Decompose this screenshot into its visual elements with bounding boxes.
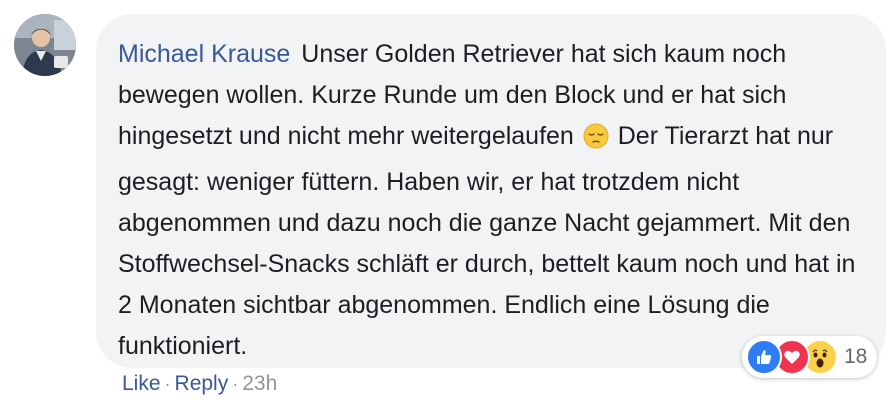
comment-bubble: Michael Krause Unser Golden Retriever ha…	[96, 14, 886, 368]
comment-body: Michael Krause Unser Golden Retriever ha…	[118, 34, 866, 367]
timestamp[interactable]: 23h	[242, 372, 277, 396]
pensive-face-emoji-icon	[583, 121, 609, 162]
reply-button[interactable]: Reply	[175, 372, 229, 396]
avatar-photo	[14, 14, 76, 76]
reactions-summary[interactable]: 18	[742, 336, 878, 378]
separator-dot: ·	[232, 373, 239, 394]
comment-text-part2: Der Tierarzt hat nur gesagt: weniger füt…	[118, 122, 863, 360]
author-name[interactable]: Michael Krause	[118, 40, 290, 68]
reaction-count: 18	[844, 345, 868, 368]
avatar[interactable]	[14, 14, 76, 76]
comment: Michael Krause Unser Golden Retriever ha…	[0, 0, 892, 406]
like-icon	[746, 339, 782, 375]
like-button[interactable]: Like	[122, 372, 161, 396]
comment-actions: Like · Reply · 23h	[122, 372, 277, 396]
separator-dot: ·	[164, 373, 171, 394]
